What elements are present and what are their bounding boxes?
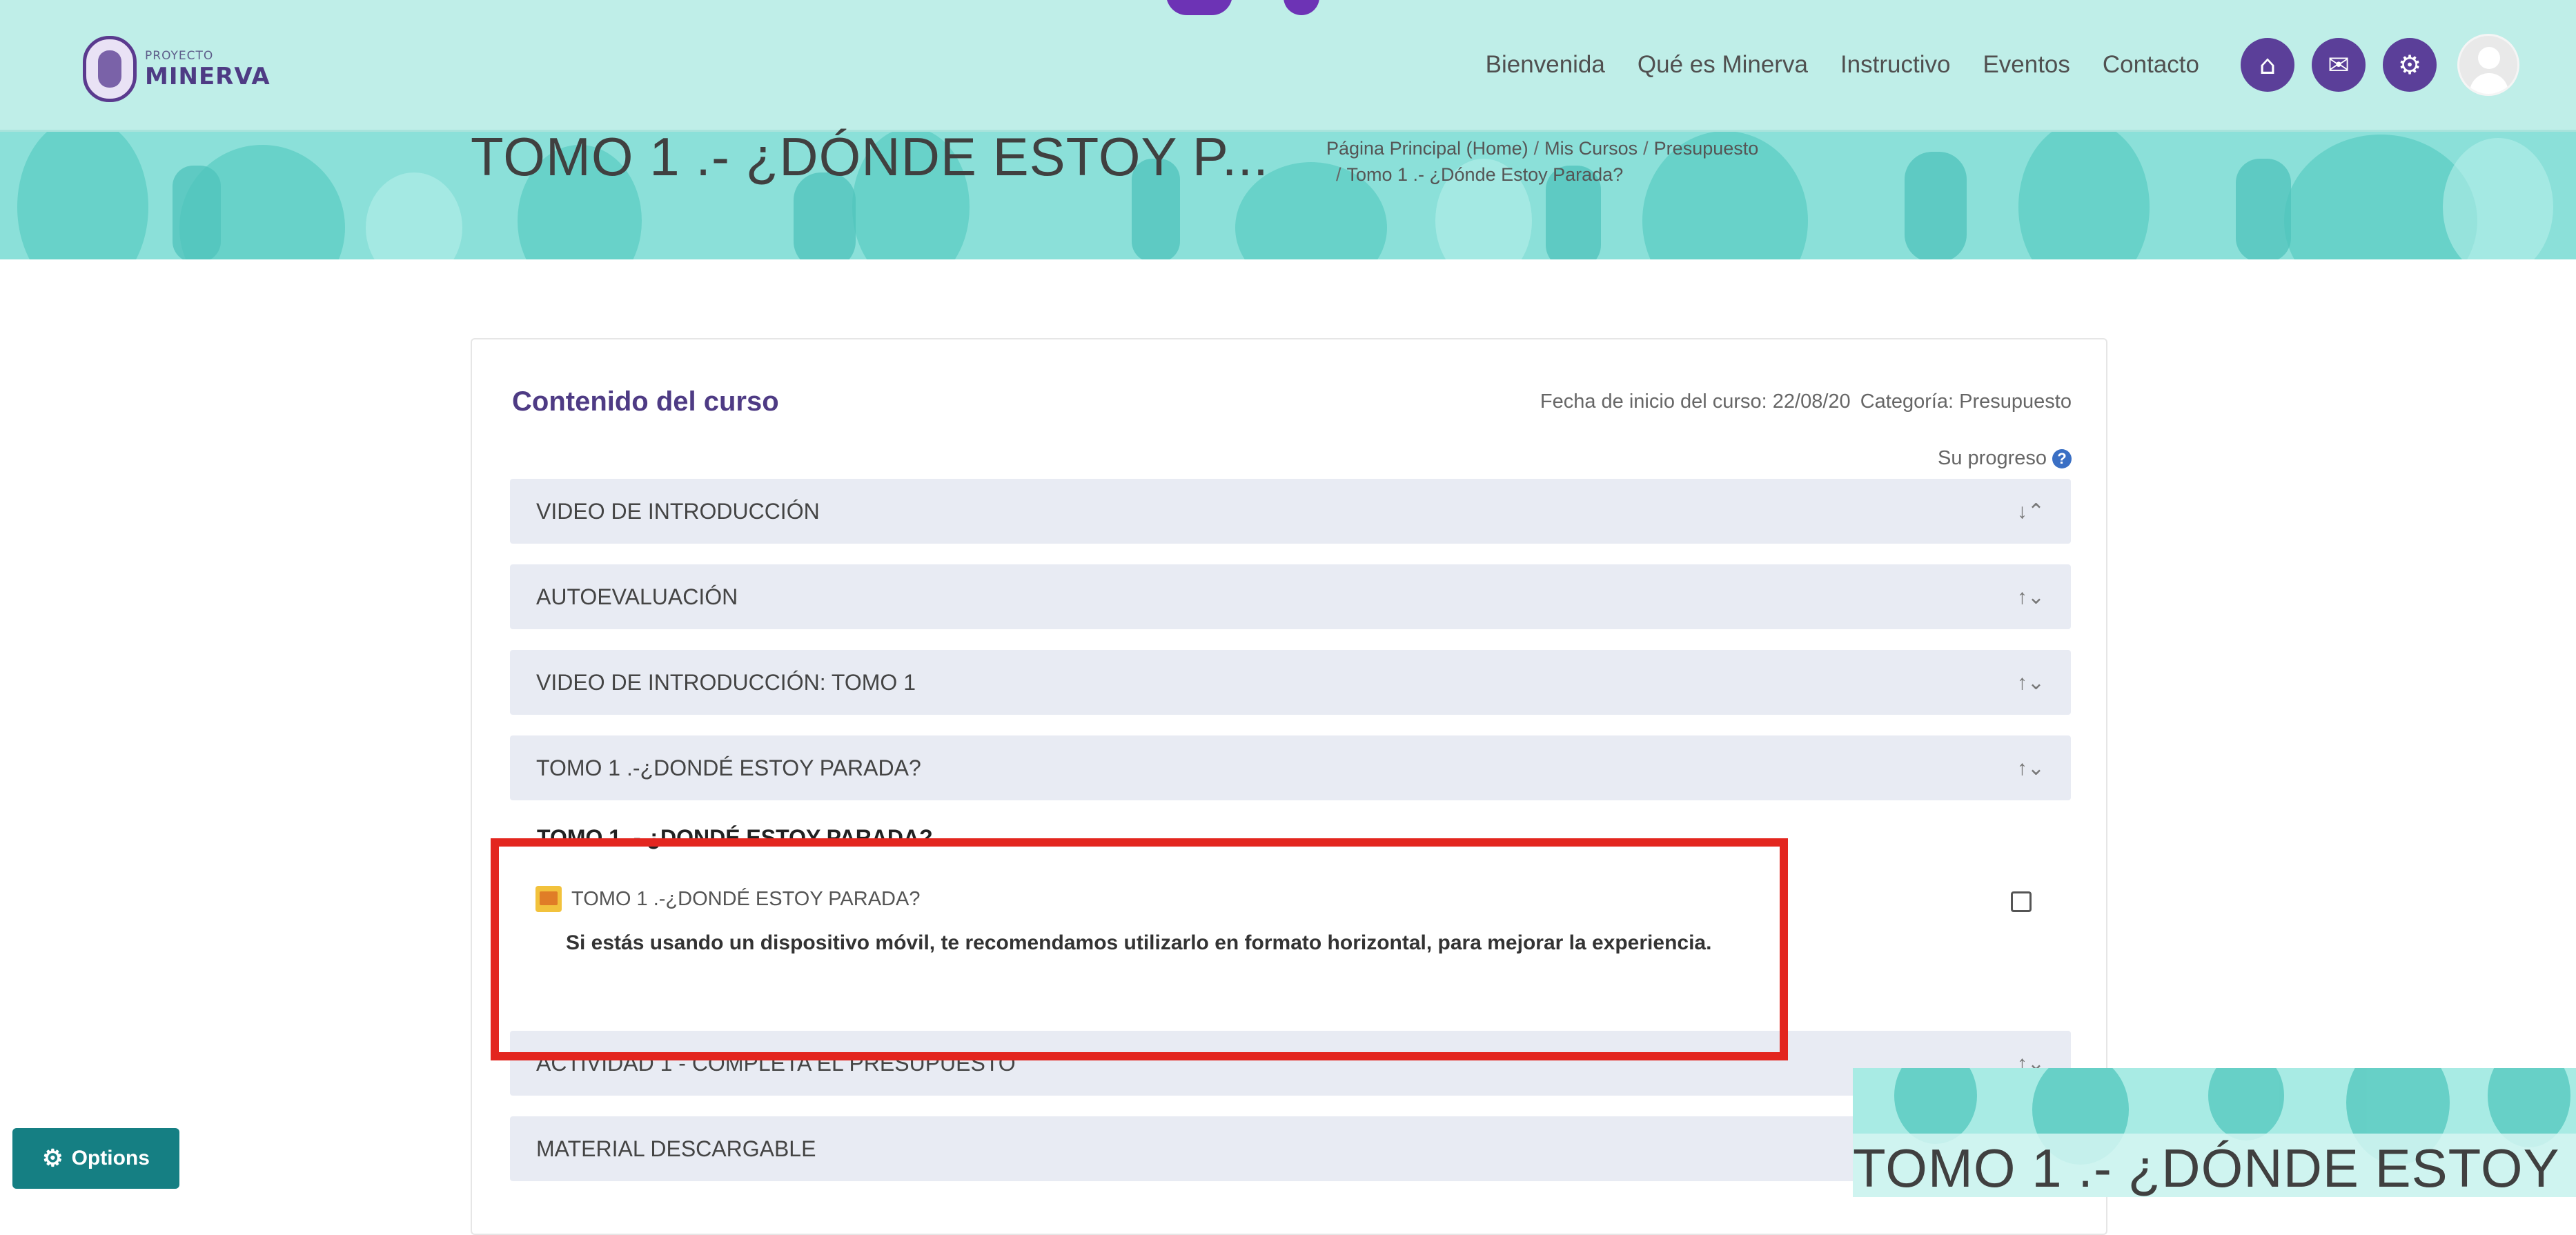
breadcrumb-home[interactable]: Página Principal (Home)	[1326, 138, 1528, 159]
section-toggle-icon[interactable]: ↑⌄	[2017, 650, 2045, 715]
thumbnail-title: TOMO 1 .- ¿DÓNDE ESTOY P	[1853, 1138, 2576, 1197]
activity-note: Si estás usando un dispositivo móvil, te…	[566, 931, 1712, 954]
section-toggle-icon[interactable]: ↑⌄	[2017, 564, 2045, 629]
section-label: AUTOEVALUACIÓN	[536, 584, 738, 609]
package-icon	[535, 886, 562, 912]
purple-shape	[1166, 0, 1232, 15]
main-nav: Bienvenida Qué es Minerva Instructivo Ev…	[1486, 0, 2576, 130]
section-label: VIDEO DE INTRODUCCIÓN: TOMO 1	[536, 669, 916, 695]
course-progress: Su progreso ?	[1938, 447, 2072, 470]
activity-item[interactable]: TOMO 1 .-¿DONDÉ ESTOY PARADA?	[535, 886, 920, 912]
options-label: Options	[71, 1147, 150, 1169]
section-label: ACTIVIDAD 1 - COMPLETA EL PRESUPUESTO	[536, 1050, 1016, 1076]
expanded-section-title: TOMO 1 .- ¿DONDÉ ESTOY PARADA?	[537, 825, 933, 850]
page-title: TOMO 1 .- ¿DÓNDE ESTOY P...	[471, 126, 1269, 187]
section-video-intro-tomo-1[interactable]: VIDEO DE INTRODUCCIÓN: TOMO 1 ↑⌄	[510, 650, 2071, 715]
header-thumbnail-preview: TOMO 1 .- ¿DÓNDE ESTOY P	[1853, 1068, 2576, 1197]
course-meta: Fecha de inicio del curso: 22/08/20 Categ…	[1540, 391, 2072, 413]
section-toggle-icon[interactable]: ↓⌃	[2017, 479, 2045, 544]
gear-icon: ⚙	[42, 1145, 63, 1172]
course-category: Categoría: Presupuesto	[1860, 391, 2072, 413]
options-button[interactable]: ⚙ Options	[12, 1128, 179, 1189]
settings-icon[interactable]: ⚙	[2383, 38, 2437, 92]
nav-link-que-es-minerva[interactable]: Qué es Minerva	[1638, 51, 1808, 79]
purple-shape	[1284, 0, 1319, 15]
page-hero: PROYECTO MINERVA Bienvenida Qué es Miner…	[0, 0, 2576, 259]
section-label: TOMO 1 .-¿DONDÉ ESTOY PARADA?	[536, 755, 921, 780]
logo-name: MINERVA	[145, 62, 271, 90]
section-actividad-1[interactable]: ACTIVIDAD 1 - COMPLETA EL PRESUPUESTO ↑⌄	[510, 1031, 2071, 1096]
completion-checkbox[interactable]	[2011, 891, 2032, 912]
section-toggle-icon[interactable]: ↑⌄	[2017, 735, 2045, 800]
minerva-logo-icon	[83, 36, 137, 102]
breadcrumb-presupuesto[interactable]: Presupuesto	[1654, 138, 1759, 159]
help-icon[interactable]: ?	[2052, 448, 2072, 468]
messages-icon[interactable]: ✉	[2312, 38, 2366, 92]
course-content-heading: Contenido del curso	[512, 386, 779, 417]
nav-link-bienvenida[interactable]: Bienvenida	[1486, 51, 1605, 79]
nav-link-contacto[interactable]: Contacto	[2103, 51, 2199, 79]
section-autoevaluacion[interactable]: AUTOEVALUACIÓN ↑⌄	[510, 564, 2071, 629]
breadcrumb: Página Principal (Home) / Mis Cursos / Presu…	[1326, 138, 1759, 185]
section-video-intro[interactable]: VIDEO DE INTRODUCCIÓN ↓⌃	[510, 479, 2071, 544]
progress-label: Su progreso	[1938, 447, 2047, 469]
breadcrumb-current-course[interactable]: Tomo 1 .- ¿Dónde Estoy Parada?	[1347, 164, 1624, 185]
course-start-date: Fecha de inicio del curso: 22/08/20	[1540, 391, 1851, 413]
top-navigation-bar: PROYECTO MINERVA Bienvenida Qué es Miner…	[0, 0, 2576, 132]
section-label: VIDEO DE INTRODUCCIÓN	[536, 498, 820, 524]
section-material-descargable[interactable]: MATERIAL DESCARGABLE	[510, 1116, 2071, 1181]
home-icon[interactable]: ⌂	[2241, 38, 2294, 92]
logo-small-text: PROYECTO	[145, 48, 214, 63]
activity-label[interactable]: TOMO 1 .-¿DONDÉ ESTOY PARADA?	[571, 888, 920, 911]
section-tomo-1[interactable]: TOMO 1 .-¿DONDÉ ESTOY PARADA? ↑⌄	[510, 735, 2071, 800]
nav-link-eventos[interactable]: Eventos	[1983, 51, 2069, 79]
nav-link-instructivo[interactable]: Instructivo	[1840, 51, 1951, 79]
breadcrumb-mis-cursos[interactable]: Mis Cursos	[1544, 138, 1638, 159]
site-logo[interactable]: PROYECTO MINERVA	[83, 36, 271, 102]
section-label: MATERIAL DESCARGABLE	[536, 1136, 816, 1161]
user-avatar[interactable]	[2457, 34, 2519, 96]
